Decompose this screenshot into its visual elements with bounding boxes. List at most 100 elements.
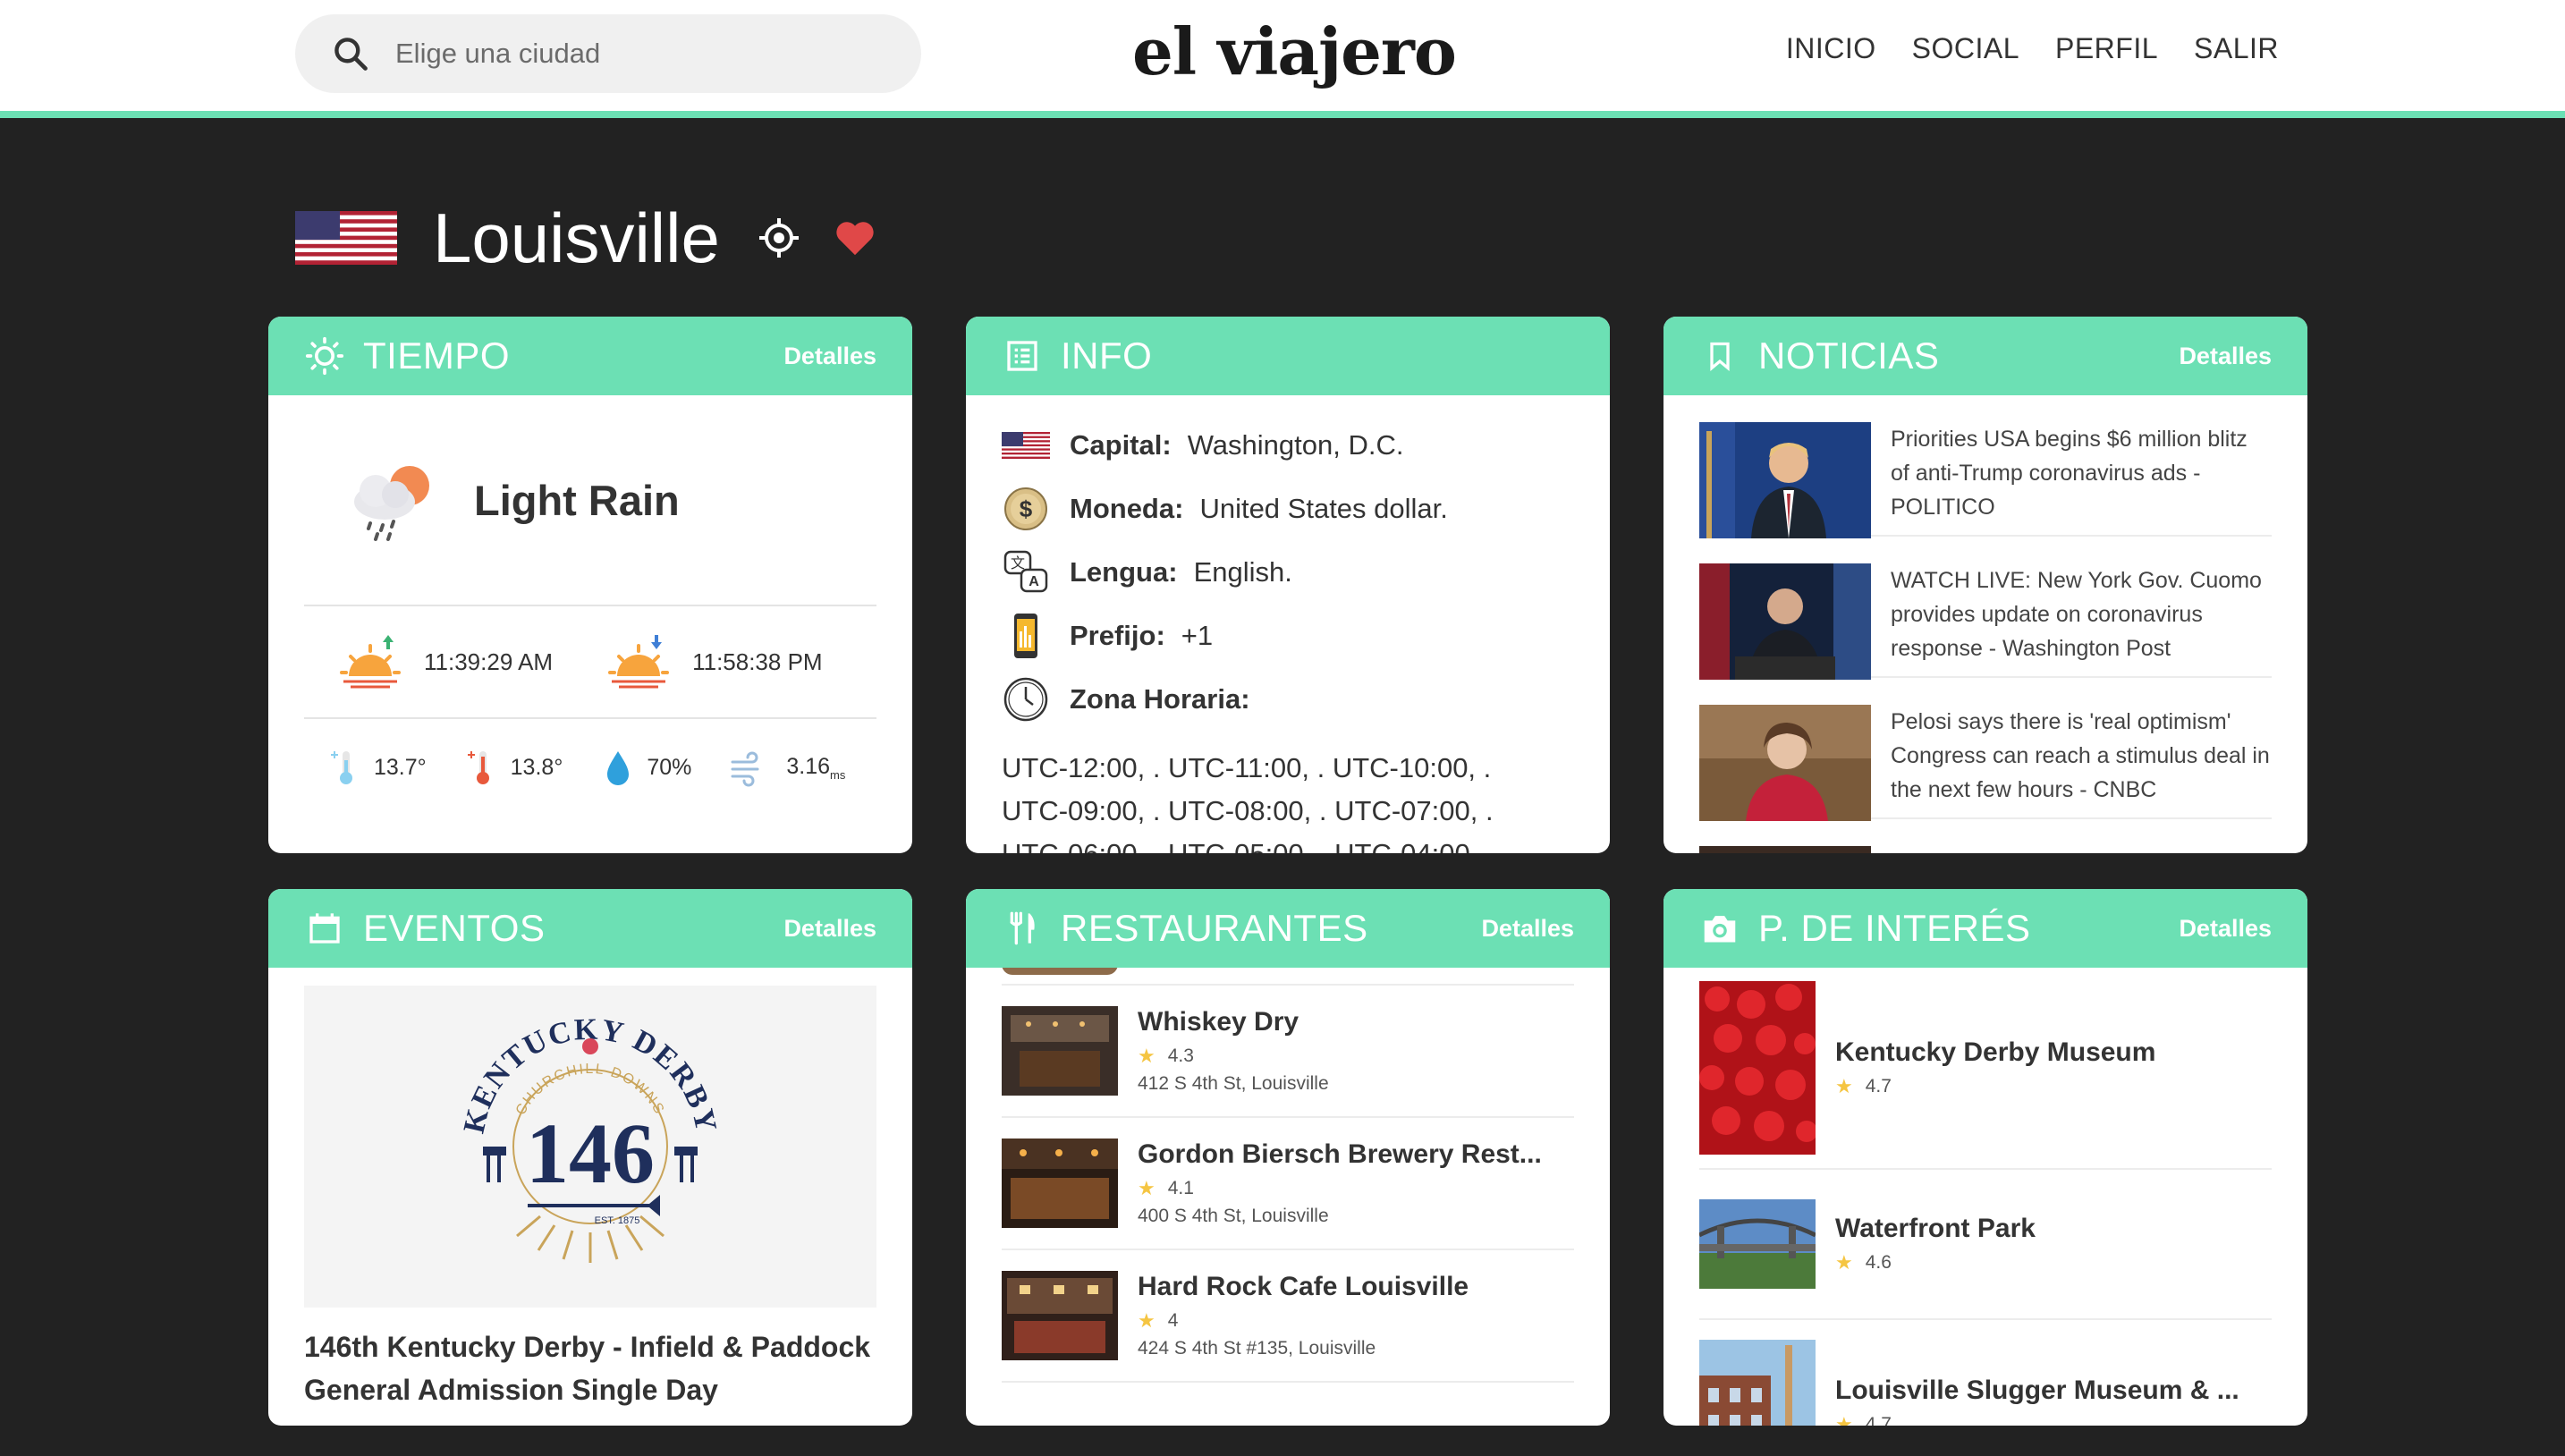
wind-icon: [731, 751, 759, 787]
poi-name: Waterfront Park: [1835, 1214, 2036, 1243]
timezone-row: Zona Horaria:: [1002, 667, 1574, 731]
restaurant-rating: 4.1: [1167, 1178, 1194, 1198]
star-icon: ★: [1835, 1075, 1853, 1097]
water-drop-icon: [607, 751, 630, 785]
list-icon: [1002, 335, 1043, 377]
svg-text:EST. 1875: EST. 1875: [595, 1215, 640, 1226]
prefix-row: Prefijo: +1: [1002, 604, 1574, 667]
svg-text:$: $: [1020, 495, 1033, 522]
restaurant-rating: 4.3: [1167, 1045, 1194, 1066]
poi-item[interactable]: Kentucky Derby Museum ★ 4.7: [1699, 968, 2272, 1170]
wind-value: 3.16: [786, 753, 831, 779]
poi-rating: 4.7: [1865, 1076, 1892, 1096]
nav-inicio[interactable]: INICIO: [1786, 32, 1876, 65]
restaurants-details-link[interactable]: Detalles: [1481, 915, 1574, 943]
capital-label: Capital:: [1070, 428, 1172, 461]
restaurant-name: Hard Rock Cafe Louisville: [1138, 1272, 1469, 1301]
news-title: NOTICIAS: [1758, 334, 1940, 377]
poi-thumbnail: [1699, 1340, 1816, 1426]
poi-item[interactable]: Waterfront Park ★ 4.6: [1699, 1170, 2272, 1320]
nav-social[interactable]: SOCIAL: [1912, 32, 2019, 65]
events-details-link[interactable]: Detalles: [783, 915, 876, 943]
camera-icon: [1699, 908, 1740, 949]
sun-icon: [304, 335, 345, 377]
language-row: 文A Lengua: English.: [1002, 540, 1574, 604]
sunset-icon: [608, 635, 670, 689]
news-item[interactable]: Priorities USA begins $6 million blitz o…: [1699, 395, 2272, 538]
weather-card: TIEMPO Detalles Light Rain 11:39:29 AM 1…: [268, 317, 912, 853]
news-thumbnail: [1699, 422, 1871, 538]
kentucky-derby-logo: KENTUCKY DERBY CHURCHILL DOWNS 146 EST. …: [458, 1013, 721, 1263]
us-flag-icon: [295, 211, 397, 265]
capital-row: Capital: Washington, D.C.: [1002, 413, 1574, 477]
news-details-link[interactable]: Detalles: [2179, 343, 2272, 370]
poi-rating: 4.7: [1865, 1414, 1892, 1426]
restaurant-name: Whiskey Dry: [1138, 1007, 1299, 1037]
app-logo[interactable]: el viajero: [1132, 7, 1457, 97]
language-value: English.: [1193, 555, 1292, 588]
sunrise-icon: [340, 635, 401, 689]
favorite-heart-icon[interactable]: [834, 219, 876, 257]
fork-knife-icon: [1002, 908, 1043, 949]
light-rain-icon: [354, 466, 429, 541]
news-thumbnail: [1699, 563, 1871, 680]
restaurant-item[interactable]: Hard Rock Cafe Louisville ★ 4 424 S 4th S…: [1002, 1250, 1574, 1383]
dollar-coin-icon: $: [1004, 487, 1047, 530]
news-item[interactable]: Deshaun Watson's recent social: [1699, 819, 2272, 853]
city-header: Louisville: [295, 195, 876, 281]
language-label: Lengua:: [1070, 555, 1178, 588]
restaurant-address: 412 S 4th St, Louisville: [1138, 1073, 1329, 1094]
news-item[interactable]: Pelosi says there is 'real optimism' Con…: [1699, 678, 2272, 821]
nav-salir[interactable]: SALIR: [2194, 32, 2279, 65]
poi-thumbnail: [1699, 981, 1816, 1155]
currency-row: $ Moneda: United States dollar.: [1002, 477, 1574, 540]
poi-name: Louisville Slugger Museum & ...: [1835, 1376, 2239, 1405]
clock-icon: [1003, 677, 1048, 721]
info-title: INFO: [1061, 334, 1153, 377]
sunrise-time: 11:39:29 AM: [424, 648, 554, 675]
star-icon: ★: [1835, 1413, 1853, 1426]
restaurant-item[interactable]: Gordon Biersch Brewery Rest... ★ 4.1 400 …: [1002, 1118, 1574, 1250]
restaurant-thumbnail: [1002, 1139, 1118, 1228]
temp-max-value: 13.8°: [510, 754, 563, 780]
events-card: EVENTOS Detalles KENTUCKY DERBY CHURCHIL…: [268, 889, 912, 1426]
news-headline: Priorities USA begins $6 million blitz o…: [1891, 427, 2248, 520]
poi-item[interactable]: Louisville Slugger Museum & ... ★ 4.7: [1699, 1320, 2272, 1426]
locate-icon[interactable]: [758, 216, 800, 259]
wind-unit: ms: [830, 767, 846, 782]
search-input[interactable]: [395, 38, 896, 70]
news-item[interactable]: WATCH LIVE: New York Gov. Cuomo provides…: [1699, 537, 2272, 680]
city-name: Louisville: [433, 198, 720, 277]
prefix-label: Prefijo:: [1070, 619, 1165, 651]
nav-perfil[interactable]: PERFIL: [2055, 32, 2158, 65]
poi-details-link[interactable]: Detalles: [2179, 915, 2272, 943]
city-search[interactable]: [295, 14, 921, 93]
restaurant-thumbnail: [1002, 1271, 1118, 1360]
weather-description: Light Rain: [474, 476, 680, 524]
news-thumbnail: [1699, 846, 1871, 853]
event-title[interactable]: 146th Kentucky Derby - Infield & Paddock…: [304, 1325, 876, 1411]
weather-details-link[interactable]: Detalles: [783, 343, 876, 370]
humidity-value: 70%: [647, 754, 692, 780]
poi-thumbnail: [1699, 1199, 1816, 1289]
event-image[interactable]: KENTUCKY DERBY CHURCHILL DOWNS 146 EST. …: [304, 986, 876, 1308]
weather-card-header: TIEMPO Detalles: [268, 317, 912, 395]
svg-text:文: 文: [1011, 554, 1025, 571]
thermometer-hot-icon: [467, 751, 489, 784]
events-title: EVENTOS: [363, 907, 546, 949]
poi-rating: 4.6: [1865, 1252, 1892, 1273]
star-icon: ★: [1138, 1177, 1156, 1199]
restaurant-name: Gordon Biersch Brewery Rest...: [1138, 1139, 1542, 1169]
top-bar: el viajero INICIO SOCIAL PERFIL SALIR: [0, 0, 2565, 118]
bookmark-icon: [1699, 335, 1740, 377]
phone-icon: [1014, 613, 1037, 658]
weather-title: TIEMPO: [363, 334, 511, 377]
temp-min-stat: 13.7°: [327, 748, 427, 787]
poi-title: P. DE INTERÉS: [1758, 907, 2031, 949]
svg-text:146: 146: [526, 1105, 655, 1201]
star-icon: ★: [1835, 1251, 1853, 1274]
events-card-header: EVENTOS Detalles: [268, 889, 912, 968]
news-card: NOTICIAS Detalles Priorities USA begins …: [1663, 317, 2307, 853]
restaurant-item[interactable]: Whiskey Dry ★ 4.3 412 S 4th St, Louisvill…: [1002, 986, 1574, 1118]
info-card-header: INFO: [966, 317, 1610, 395]
